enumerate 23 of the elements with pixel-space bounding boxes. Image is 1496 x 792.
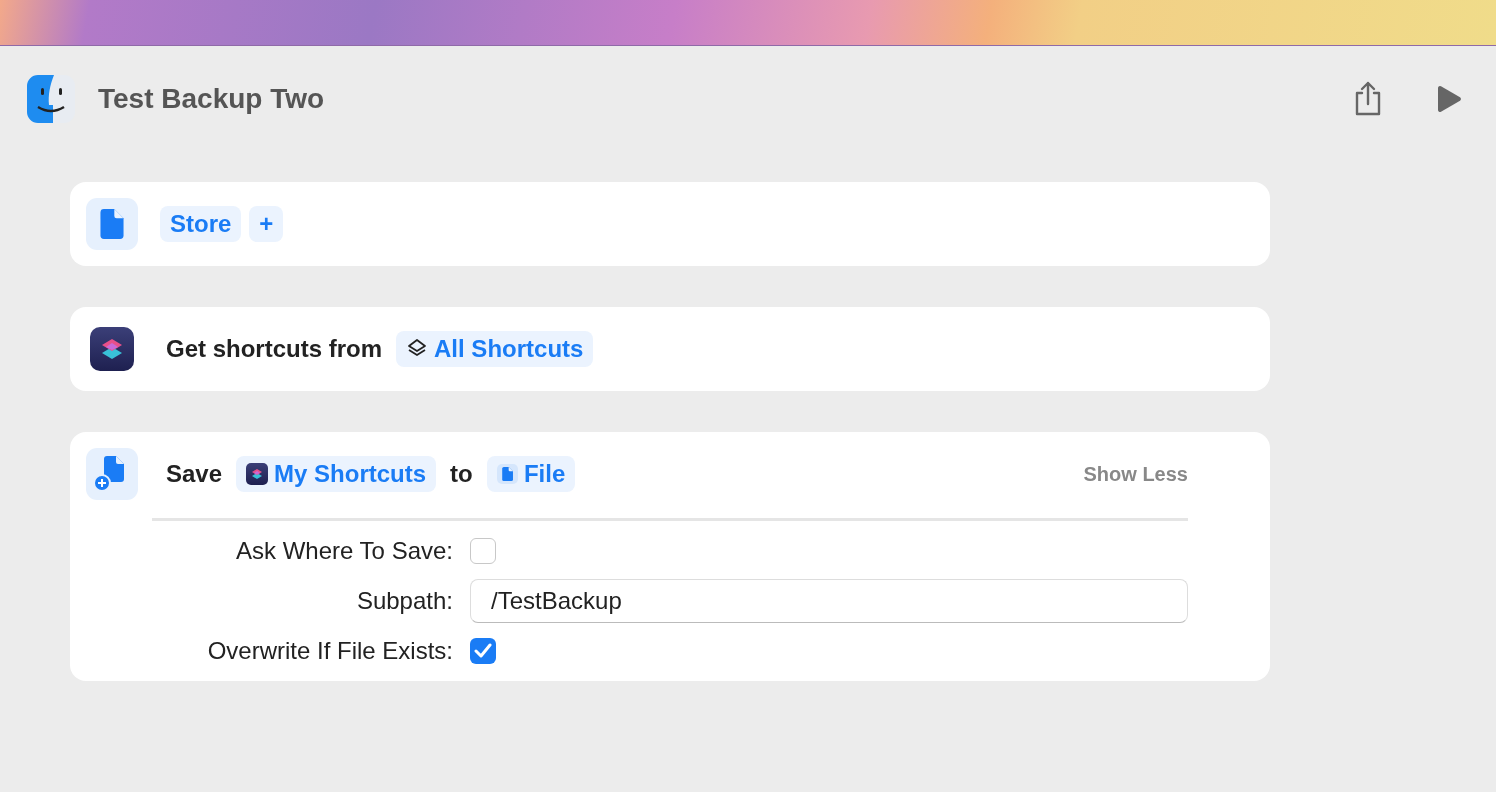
option-label: Overwrite If File Exists: <box>206 637 453 665</box>
document-icon <box>501 467 513 481</box>
document-icon <box>100 209 124 239</box>
variable-token[interactable]: Store <box>160 206 242 242</box>
show-less-link[interactable]: Show Less <box>1083 462 1188 486</box>
checkbox[interactable] <box>470 638 496 664</box>
finder-face-icon <box>26 74 76 124</box>
variable-token[interactable]: My Shortcuts <box>236 456 437 492</box>
checkbox[interactable] <box>470 538 496 564</box>
shortcuts-app-icon <box>90 327 134 371</box>
window-title: Test Backup Two <box>98 83 326 115</box>
shortcuts-app-icon <box>246 463 269 485</box>
action-text: to <box>450 460 473 488</box>
action-text: Save <box>166 460 223 488</box>
subpath-field[interactable]: /TestBackup <box>470 579 1188 623</box>
option-label: Ask Where To Save: <box>235 537 453 565</box>
save-file-action-icon <box>86 448 138 500</box>
action-text: Get shortcuts from <box>166 335 383 363</box>
option-label: Subpath: <box>355 587 453 615</box>
variable-token[interactable]: All Shortcuts <box>396 331 594 367</box>
play-icon[interactable] <box>1436 85 1462 113</box>
variable-token[interactable]: File <box>486 456 576 492</box>
add-button[interactable]: + <box>249 206 284 242</box>
